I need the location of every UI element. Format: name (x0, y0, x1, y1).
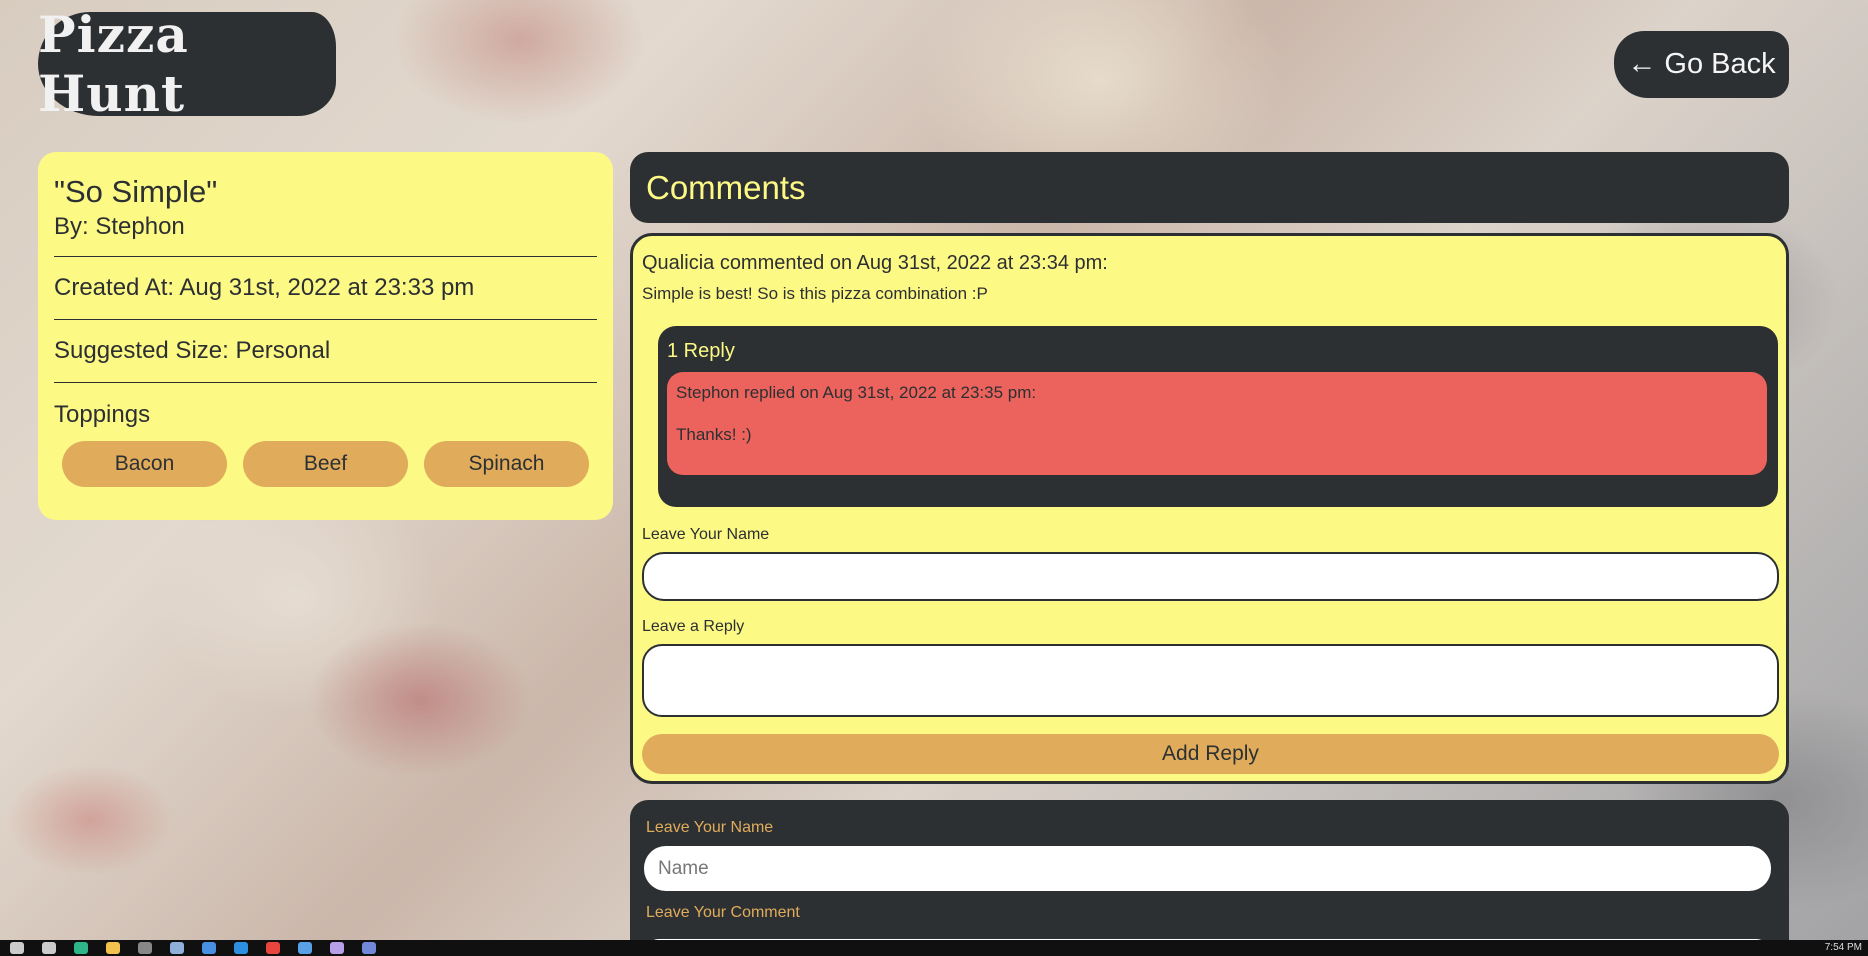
reply-count: 1 Reply (667, 340, 735, 362)
pizza-details-card: "So Simple" By: Stephon Created At: Aug … (38, 152, 613, 520)
discord-icon[interactable] (362, 942, 376, 954)
task-view-icon[interactable] (42, 942, 56, 954)
add-reply-button[interactable]: Add Reply (642, 734, 1779, 774)
edge-icon[interactable] (74, 942, 88, 954)
topping-pill: Beef (243, 441, 408, 487)
reply-text: Thanks! :) (676, 425, 752, 444)
file-explorer-icon[interactable] (106, 942, 120, 954)
vscode-icon[interactable] (234, 942, 248, 954)
app-icon[interactable] (330, 942, 344, 954)
app-icon[interactable] (202, 942, 216, 954)
reply-item: Stephon replied on Aug 31st, 2022 at 23:… (667, 372, 1767, 475)
taskbar: 7:54 PM (0, 940, 1868, 956)
pizza-suggested-size: Suggested Size: Personal (54, 337, 331, 364)
app-logo[interactable]: Pizza Hunt (38, 5, 336, 123)
comment-text-label: Leave Your Comment (646, 904, 800, 921)
topping-pill: Bacon (62, 441, 227, 487)
comment-card: Qualicia commented on Aug 31st, 2022 at … (630, 233, 1789, 784)
chrome-icon[interactable] (266, 942, 280, 954)
comment-name-label: Leave Your Name (646, 819, 774, 836)
taskbar-clock: 7:54 PM (1824, 942, 1862, 953)
comments-heading: Comments (630, 152, 1789, 223)
toppings-list: Bacon Beef Spinach (54, 441, 597, 487)
pizza-title: "So Simple" (54, 174, 218, 209)
pizza-author: By: Stephon (54, 213, 185, 240)
reply-name-label: Leave Your Name (642, 526, 770, 543)
comment-name-input[interactable]: Name (644, 846, 1771, 891)
new-comment-form: Leave Your Name Name Leave Your Comment (630, 800, 1789, 940)
app-icon[interactable] (138, 942, 152, 954)
comment-text: Simple is best! So is this pizza combina… (642, 284, 988, 303)
steam-icon[interactable] (170, 942, 184, 954)
toppings-heading: Toppings (54, 401, 151, 428)
search-icon[interactable] (10, 942, 24, 954)
reply-text-label: Leave a Reply (642, 618, 745, 635)
app-icon[interactable] (298, 942, 312, 954)
reply-name-input[interactable] (642, 552, 1779, 601)
go-back-button[interactable]: ← Go Back (1614, 31, 1789, 98)
replies-section: 1 Reply Stephon replied on Aug 31st, 202… (658, 326, 1778, 507)
reply-textarea[interactable] (642, 644, 1779, 717)
reply-meta: Stephon replied on Aug 31st, 2022 at 23:… (676, 383, 1037, 402)
comment-meta: Qualicia commented on Aug 31st, 2022 at … (642, 252, 1108, 274)
topping-pill: Spinach (424, 441, 589, 487)
pizza-created-at: Created At: Aug 31st, 2022 at 23:33 pm (54, 274, 475, 301)
